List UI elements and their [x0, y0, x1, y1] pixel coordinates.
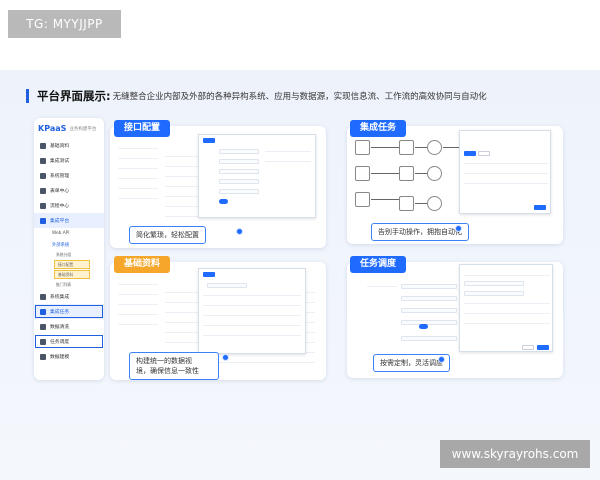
logo-subtitle: 业务构建平台	[69, 126, 97, 132]
dialog-field[interactable]	[207, 283, 247, 288]
sidebar-item-data-modeling[interactable]: 数据建模	[34, 349, 104, 364]
sidebar-item-system-admin[interactable]: 系统管理	[34, 168, 104, 183]
flow-node	[355, 192, 370, 207]
sidebar-item-data-cleaning[interactable]: 数据清洗	[34, 319, 104, 334]
basic-data-dialog	[198, 268, 306, 354]
schedule-field[interactable]	[401, 320, 457, 325]
dialog-field[interactable]	[464, 281, 524, 286]
flow-node	[399, 196, 414, 211]
sidebar-sub2-basic-data[interactable]: 基础资料	[54, 270, 90, 279]
heading-subtitle: 无缝整合企业内部及外部的各种异构系统、应用与数据源，实现信息流、工作流的高效协同…	[112, 92, 487, 102]
sidebar-sub-web-api[interactable]: Web API	[34, 228, 104, 239]
schedule-icon	[40, 338, 46, 345]
interface-dialog	[198, 134, 316, 218]
dialog-confirm-button[interactable]	[534, 205, 546, 210]
sidebar-nav: 基础资料 集成测试 系统管理 表单中心 流程中心 集成平台 Web API 外部…	[34, 138, 104, 364]
tag-interface-config: 接口配置	[114, 120, 171, 137]
sidebar-sub2-push-list[interactable]: 推门列表	[34, 280, 104, 289]
schedule-field[interactable]	[401, 336, 457, 341]
integration-dialog	[459, 130, 551, 214]
platform-icon	[40, 217, 46, 224]
heading-accent-bar	[26, 89, 29, 103]
tag-integration-task: 集成任务	[350, 120, 407, 137]
dialog-field[interactable]	[464, 291, 524, 296]
section-heading: 平台界面展示: 无缝整合企业内部及外部的各种异构系统、应用与数据源，实现信息流、…	[26, 88, 487, 104]
caption-dot	[438, 356, 445, 363]
flow-node	[355, 166, 370, 181]
sidebar-item-flow-center[interactable]: 流程中心	[34, 198, 104, 213]
sidebar-sub2-interface-config[interactable]: 接口配置	[54, 260, 90, 269]
flow-node	[427, 196, 442, 211]
schedule-field[interactable]	[401, 296, 457, 301]
dialog-tab-active[interactable]	[203, 272, 215, 277]
sidebar-item-form-center[interactable]: 表单中心	[34, 183, 104, 198]
sidebar-sub-external-system[interactable]: 外部系统	[34, 239, 104, 250]
watermark-bottom: www.skyrayrohs.com	[440, 440, 590, 468]
folder-icon	[40, 142, 46, 149]
model-icon	[40, 353, 46, 360]
sidebar-logo: KPaaS 业务构建平台	[34, 124, 104, 133]
flow-node	[399, 140, 414, 155]
sidebar-item-task-schedule[interactable]: 任务调度	[34, 334, 104, 349]
caption-dot	[455, 225, 462, 232]
schedule-dialog	[459, 264, 553, 352]
integration-icon	[40, 293, 46, 300]
schedule-toggle[interactable]	[419, 324, 428, 329]
flow-node	[355, 140, 370, 155]
dialog-field[interactable]	[219, 179, 259, 184]
test-icon	[40, 157, 46, 164]
watermark-top: TG: MYYJJPP	[8, 10, 121, 38]
flow-node	[427, 166, 442, 181]
sidebar-item-integration-platform[interactable]: 集成平台	[34, 213, 104, 228]
sidebar-item-integration-task[interactable]: 集成任务	[34, 304, 104, 319]
sidebar-sub2-system-group[interactable]: 系统分组	[34, 250, 104, 259]
sidebar-mock: KPaaS 业务构建平台 基础资料 集成测试 系统管理 表单中心 流程中心 集成…	[34, 118, 104, 380]
schedule-field[interactable]	[401, 284, 457, 289]
dialog-cancel-button[interactable]	[522, 345, 534, 350]
sidebar-item-basic-data[interactable]: 基础资料	[34, 138, 104, 153]
dialog-tab-active[interactable]	[203, 138, 215, 143]
tag-task-schedule: 任务调度	[350, 256, 407, 273]
tag-basic-data: 基础资料	[114, 256, 171, 273]
clean-icon	[40, 323, 46, 330]
dialog-confirm-button[interactable]	[537, 345, 549, 350]
caption-dot	[222, 354, 229, 361]
flow-node	[427, 140, 442, 155]
logo-text: KPaaS	[38, 124, 67, 133]
caption-interface-config: 简化繁琐，轻松配置	[129, 226, 206, 244]
caption-integration-task: 告别手动操作，拥抱自动化	[371, 223, 469, 241]
flow-icon	[40, 202, 46, 209]
form-icon	[40, 187, 46, 194]
dialog-toggle[interactable]	[219, 199, 228, 204]
dialog-field[interactable]	[219, 159, 259, 164]
grid-icon	[40, 172, 46, 179]
heading-title: 平台界面展示:	[37, 89, 111, 103]
dialog-field[interactable]	[219, 169, 259, 174]
caption-basic-data: 构建统一的数据视 境，确保信息一致性	[129, 352, 219, 380]
dialog-tab[interactable]	[478, 151, 490, 156]
task-icon	[40, 308, 46, 315]
dialog-field[interactable]	[219, 189, 259, 194]
sidebar-item-system-integration[interactable]: 系统集成	[34, 289, 104, 304]
caption-dot	[236, 228, 243, 235]
dialog-tab-active[interactable]	[464, 151, 476, 156]
schedule-field[interactable]	[401, 308, 457, 313]
sidebar-item-integration-test[interactable]: 集成测试	[34, 153, 104, 168]
flow-node	[399, 166, 414, 181]
dialog-field[interactable]	[219, 149, 259, 154]
